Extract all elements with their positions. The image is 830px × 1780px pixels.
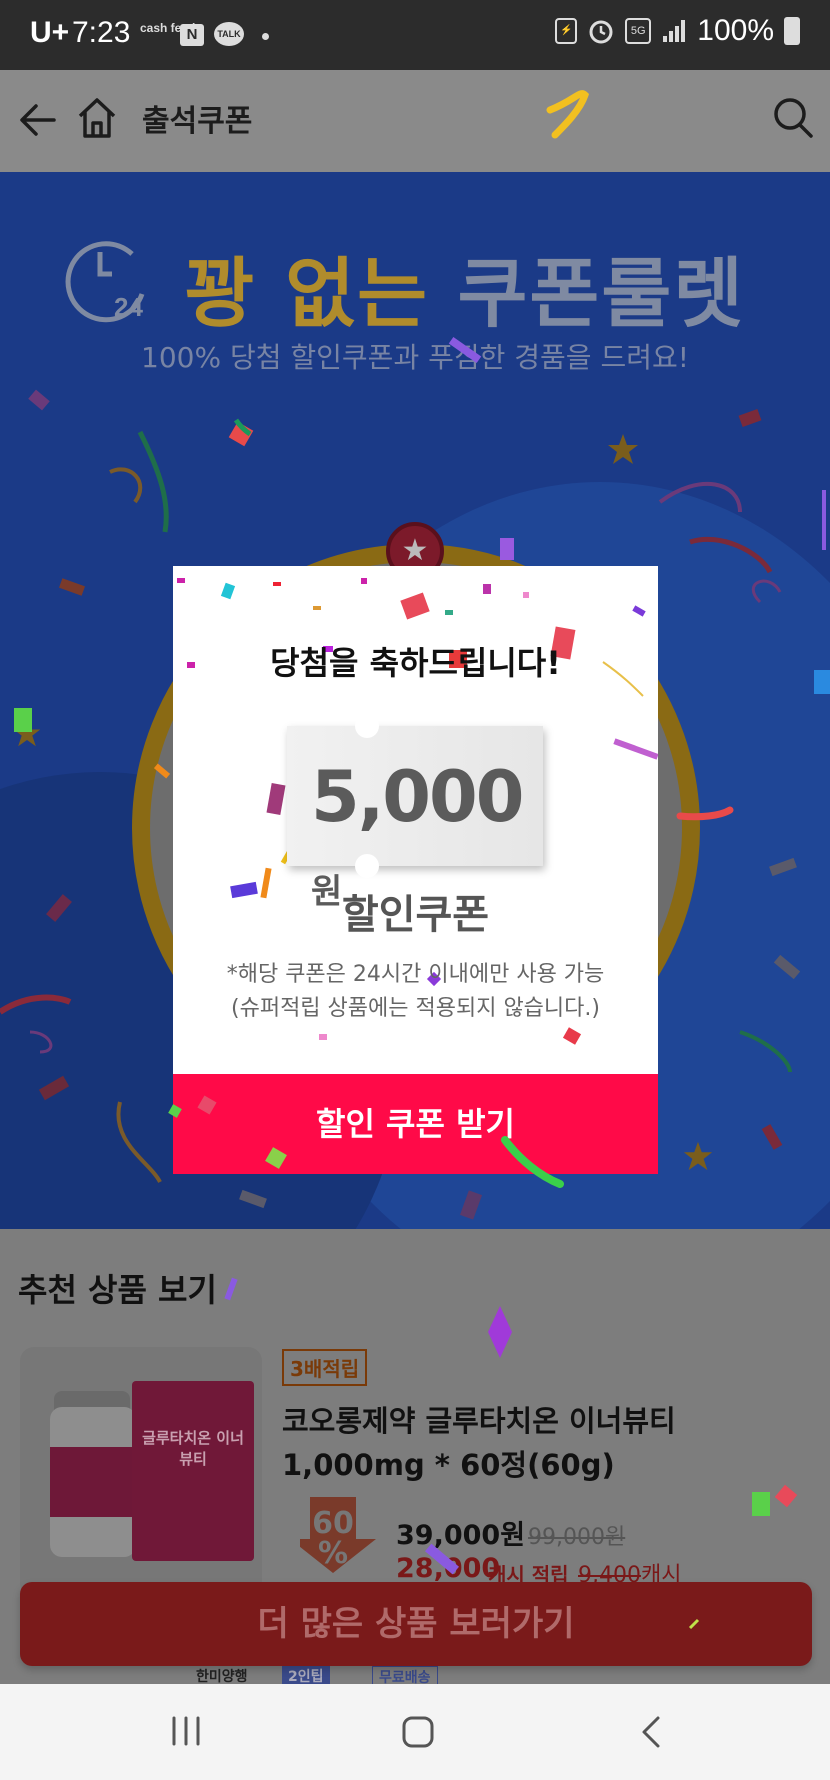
page-title: 출석쿠폰	[142, 104, 253, 139]
product-name[interactable]: 코오롱제약 글루타치온 이너뷰티 1,000mg * 60정(60g)	[282, 1399, 676, 1487]
coupon-amount-value: 5,000	[311, 756, 524, 838]
discount-value: 60	[312, 1506, 354, 1541]
search-icon[interactable]	[772, 96, 814, 140]
status-time: 7:23	[72, 16, 131, 49]
coupon-notice-line1: *해당 쿠폰은 24시간 이내에만 사용 가능	[226, 962, 605, 987]
ticket-notch	[355, 714, 379, 738]
sale-price: 39,000원	[396, 1520, 526, 1551]
coupon-ticket: 5,000원	[287, 714, 543, 912]
popup-title: 당첨을 축하드립니다!	[270, 644, 561, 682]
tag-2intip: 2인팁	[282, 1666, 330, 1684]
status-icons: ⚡ 5G 100%	[555, 14, 800, 48]
back-arrow-icon[interactable]	[18, 100, 58, 140]
home-button-icon[interactable]	[400, 1714, 436, 1750]
home-icon[interactable]	[76, 96, 118, 140]
brand-tag: 한미양행	[196, 1669, 248, 1684]
carrier-label: U+	[30, 16, 70, 49]
battery-saver-icon: ⚡	[555, 18, 578, 44]
kakaotalk-notification-icon: TALK	[214, 22, 244, 46]
triple-reward-badge: 3배적립	[282, 1349, 368, 1386]
naver-notification-icon: N	[180, 24, 204, 46]
status-bar: U+ 7:23 cash feed N TALK ⚡ 5G 100%	[0, 0, 830, 70]
app-bar: 출석쿠폰	[0, 70, 830, 172]
battery-percent: 100%	[697, 14, 774, 47]
next-product-peek: 한미양행 2인팁 무료배송	[0, 1666, 830, 1684]
coupon-notice: *해당 쿠폰은 24시간 이내에만 사용 가능 (슈퍼적립 상품에는 적용되지 …	[173, 958, 658, 1026]
bottle-label	[50, 1447, 136, 1517]
signal-icon	[663, 20, 686, 42]
network-5g-icon: 5G	[625, 18, 652, 44]
cash-price: 28,000	[396, 1553, 501, 1584]
more-products-button[interactable]: 더 많은 상품 보러가기	[20, 1582, 812, 1666]
back-button-icon[interactable]	[636, 1714, 666, 1750]
claim-coupon-button[interactable]: 할인 쿠폰 받기	[173, 1074, 658, 1174]
discount-rate: 60 %	[300, 1509, 366, 1569]
coupon-type-label: 할인쿠폰	[341, 892, 490, 938]
original-price: 99,000원	[528, 1525, 626, 1550]
system-nav-bar	[0, 1684, 830, 1780]
section-title: 추천 상품 보기	[18, 1271, 217, 1309]
battery-icon	[784, 17, 800, 45]
discount-unit: %	[317, 1536, 349, 1571]
recent-apps-icon[interactable]	[168, 1714, 204, 1748]
product-box-label: 글루타치온 이너뷰티	[142, 1429, 244, 1468]
alarm-icon	[589, 20, 613, 44]
coupon-notice-line2: (슈퍼적립 상품에는 적용되지 않습니다.)	[231, 996, 600, 1021]
product-name-line1: 코오롱제약 글루타치온 이너뷰티	[282, 1404, 676, 1438]
coupon-win-popup: 당첨을 축하드립니다! 5,000원 할인쿠폰 *해당 쿠폰은 24시간 이내에…	[173, 566, 658, 1174]
product-image[interactable]: 글루타치온 이너뷰티	[20, 1347, 262, 1597]
product-box	[132, 1381, 254, 1561]
more-notifications-dot	[262, 33, 269, 40]
free-shipping-tag: 무료배송	[372, 1666, 438, 1684]
product-name-line2: 1,000mg * 60정(60g)	[282, 1448, 615, 1482]
